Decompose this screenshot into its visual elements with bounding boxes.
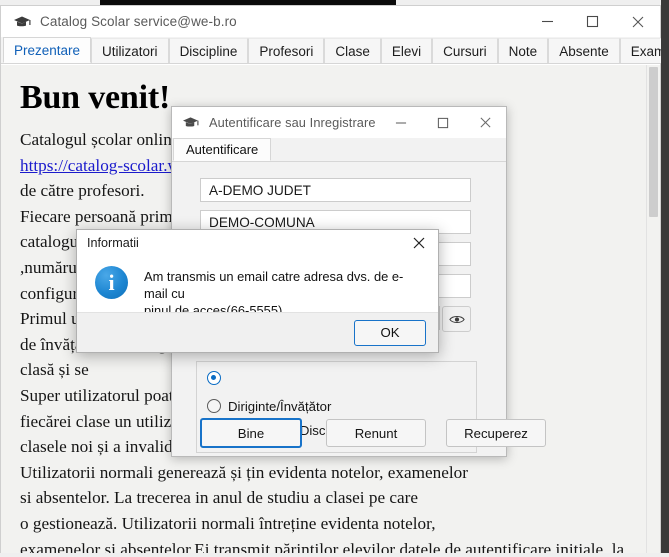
main-titlebar: Catalog Scolar service@we-b.ro [1,6,660,37]
info-dialog: Informatii i Am transmis un email catre … [76,229,439,353]
info-dialog-titlebar: Informatii [77,230,438,256]
recuperez-label: Recuperez [464,425,528,441]
auth-dialog-footer: Bine Renunt Recuperez [172,410,546,456]
bine-button[interactable]: Bine [200,418,302,448]
bine-label: Bine [237,425,265,441]
graduation-cap-icon [12,14,32,30]
radio-dot[interactable] [207,371,221,385]
scrollbar-thumb[interactable] [649,67,658,217]
tab-label: Clase [335,43,370,59]
line: o gestionează. Utilizatorii normali într… [20,513,436,533]
minimize-button[interactable] [525,6,570,37]
tab-note[interactable]: Note [497,38,549,63]
screen: Catalog Scolar service@we-b.ro Prezentar… [0,0,669,557]
auth-dialog-title: Autentificare sau Inregistrare [209,115,376,130]
tab-utilizatori[interactable]: Utilizatori [91,38,169,63]
info-message-line1: Am transmis un email catre adresa dvs. d… [144,269,404,301]
tab-absente[interactable]: Absente [548,38,620,63]
info-dialog-title: Informatii [87,236,139,250]
tab-label: Discipline [179,43,238,59]
intro-text-2: de către profesori. [20,181,145,201]
auth-close-button[interactable] [464,108,506,138]
close-button[interactable] [615,6,660,37]
info-message: Am transmis un email catre adresa dvs. d… [144,264,424,319]
ok-label: OK [380,325,400,340]
line: examenelor și absentelor.Ei transmit păr… [20,539,625,555]
auth-maximize-button[interactable] [422,108,464,138]
tab-label: Profesori [259,43,314,59]
tab-elevi[interactable]: Elevi [380,38,433,63]
radio-option-0[interactable] [207,368,476,388]
tab-label: Absente [559,43,609,59]
recuperez-button[interactable]: Recuperez [446,419,546,447]
tab-discipline[interactable]: Discipline [168,38,249,63]
auth-dialog-tabs: Autentificare [172,138,506,162]
window-title: Catalog Scolar service@we-b.ro [40,14,237,29]
eye-icon[interactable] [442,306,471,332]
line: si absentelor. La trecerea in anul de st… [20,488,418,508]
screen-bottom-edge [0,553,669,557]
renunt-label: Renunt [354,425,398,441]
tab-label: Cursuri [443,43,487,59]
document-scrollbar[interactable] [646,65,660,554]
info-close-button[interactable] [400,230,438,256]
screen-right-edge [661,0,669,557]
info-icon: i [95,266,128,299]
auth-tabs-filler [271,138,506,161]
tab-cursuri[interactable]: Cursuri [432,38,498,63]
judet-field[interactable]: A-DEMO JUDET [200,178,471,202]
tab-label: Note [508,43,538,59]
tab-label: Utilizatori [102,43,158,59]
tab-prezentare[interactable]: Prezentare [3,37,92,63]
info-dialog-footer: OK [77,312,438,352]
tab-label: Elevi [391,43,422,59]
info-dialog-body: i Am transmis un email catre adresa dvs.… [77,256,438,320]
tab-clase[interactable]: Clase [324,38,381,63]
graduation-cap-icon [181,115,201,131]
tab-profesori[interactable]: Profesori [248,38,325,63]
auth-dialog-titlebar: Autentificare sau Inregistrare [172,107,506,138]
tab-label: Autentificare [186,142,259,157]
ok-button[interactable]: OK [354,319,426,346]
line: clasă și se [20,360,89,380]
maximize-button[interactable] [570,6,615,37]
judet-value: A-DEMO JUDET [209,182,311,198]
tab-label: Prezentare [14,42,81,58]
auth-minimize-button[interactable] [380,108,422,138]
tab-autentificare[interactable]: Autentificare [173,138,272,161]
renunt-button[interactable]: Renunt [326,419,426,447]
line: Utilizatorii normali generează și țin ev… [20,462,468,482]
main-tabstrip: Prezentare Utilizatori Discipline Profes… [1,37,669,64]
comuna-value: DEMO-COMUNA [209,214,315,230]
